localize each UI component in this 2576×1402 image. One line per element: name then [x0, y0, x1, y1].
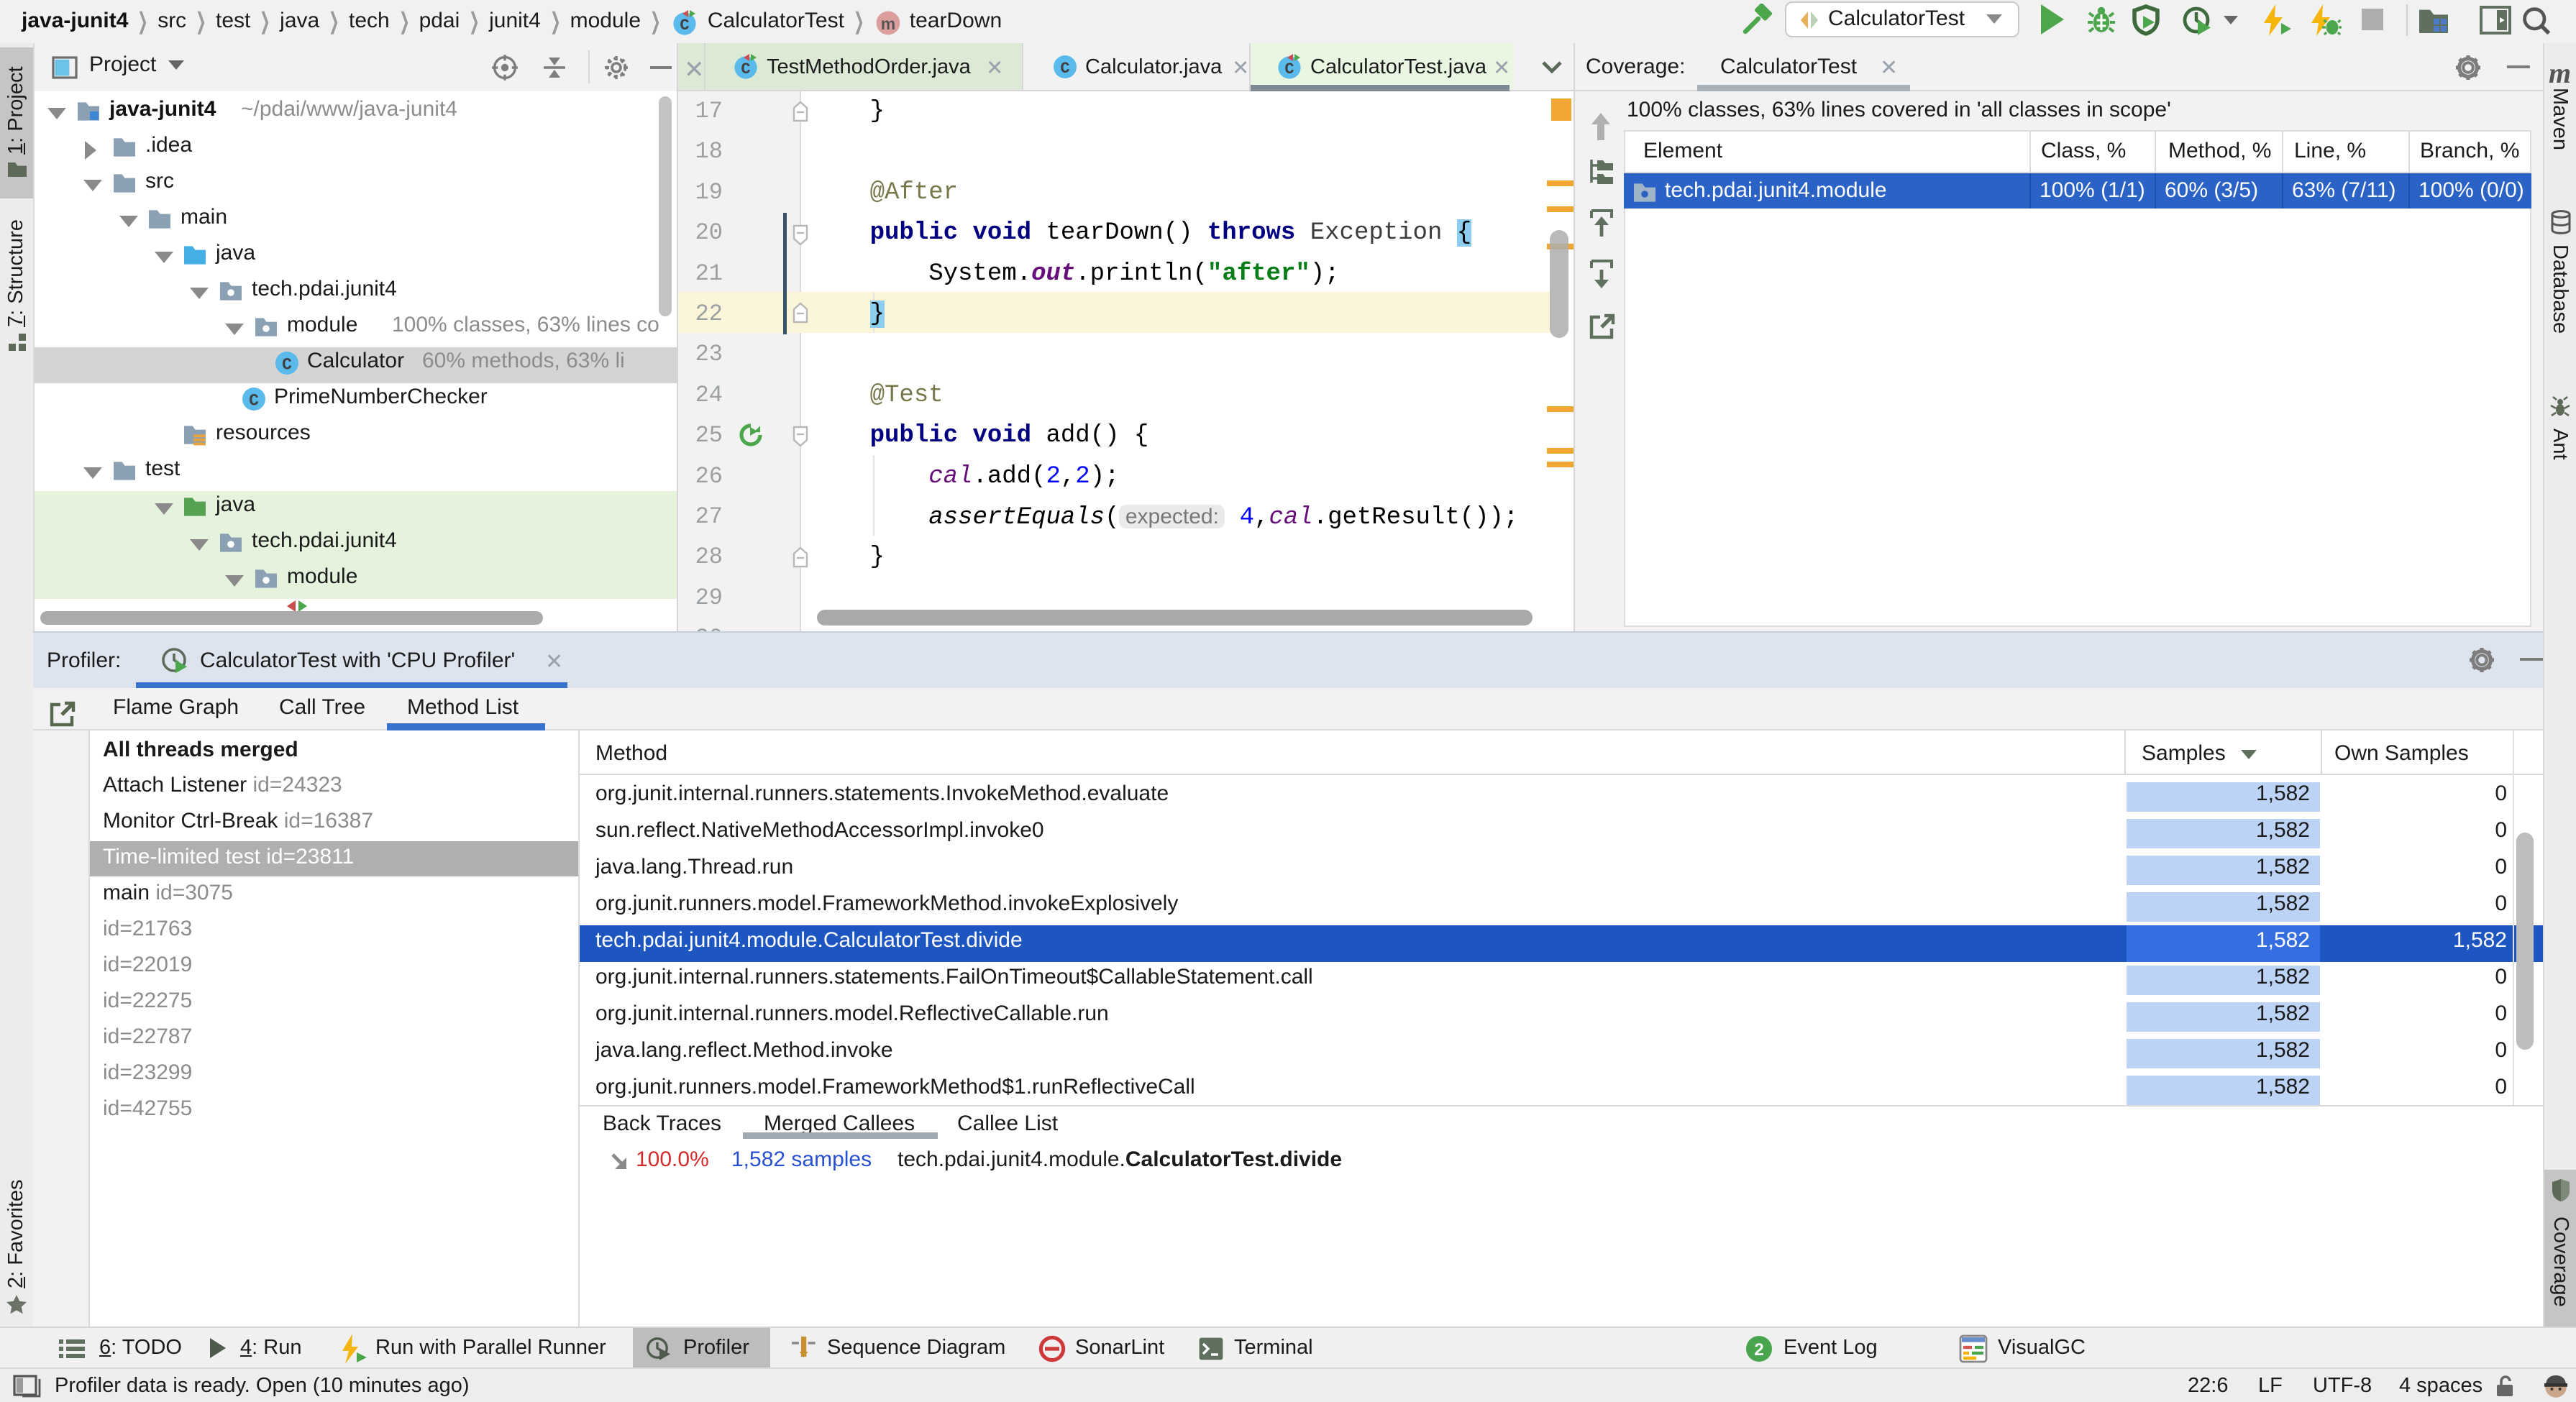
svg-text:C: C	[1060, 60, 1069, 78]
svg-text:C: C	[1284, 60, 1294, 78]
svg-text:C: C	[680, 17, 689, 35]
svg-text:m: m	[881, 14, 895, 33]
svg-text:C: C	[249, 391, 259, 410]
svg-text:C: C	[282, 355, 292, 374]
svg-text:C: C	[741, 60, 750, 78]
svg-text:2: 2	[1754, 1340, 1763, 1360]
